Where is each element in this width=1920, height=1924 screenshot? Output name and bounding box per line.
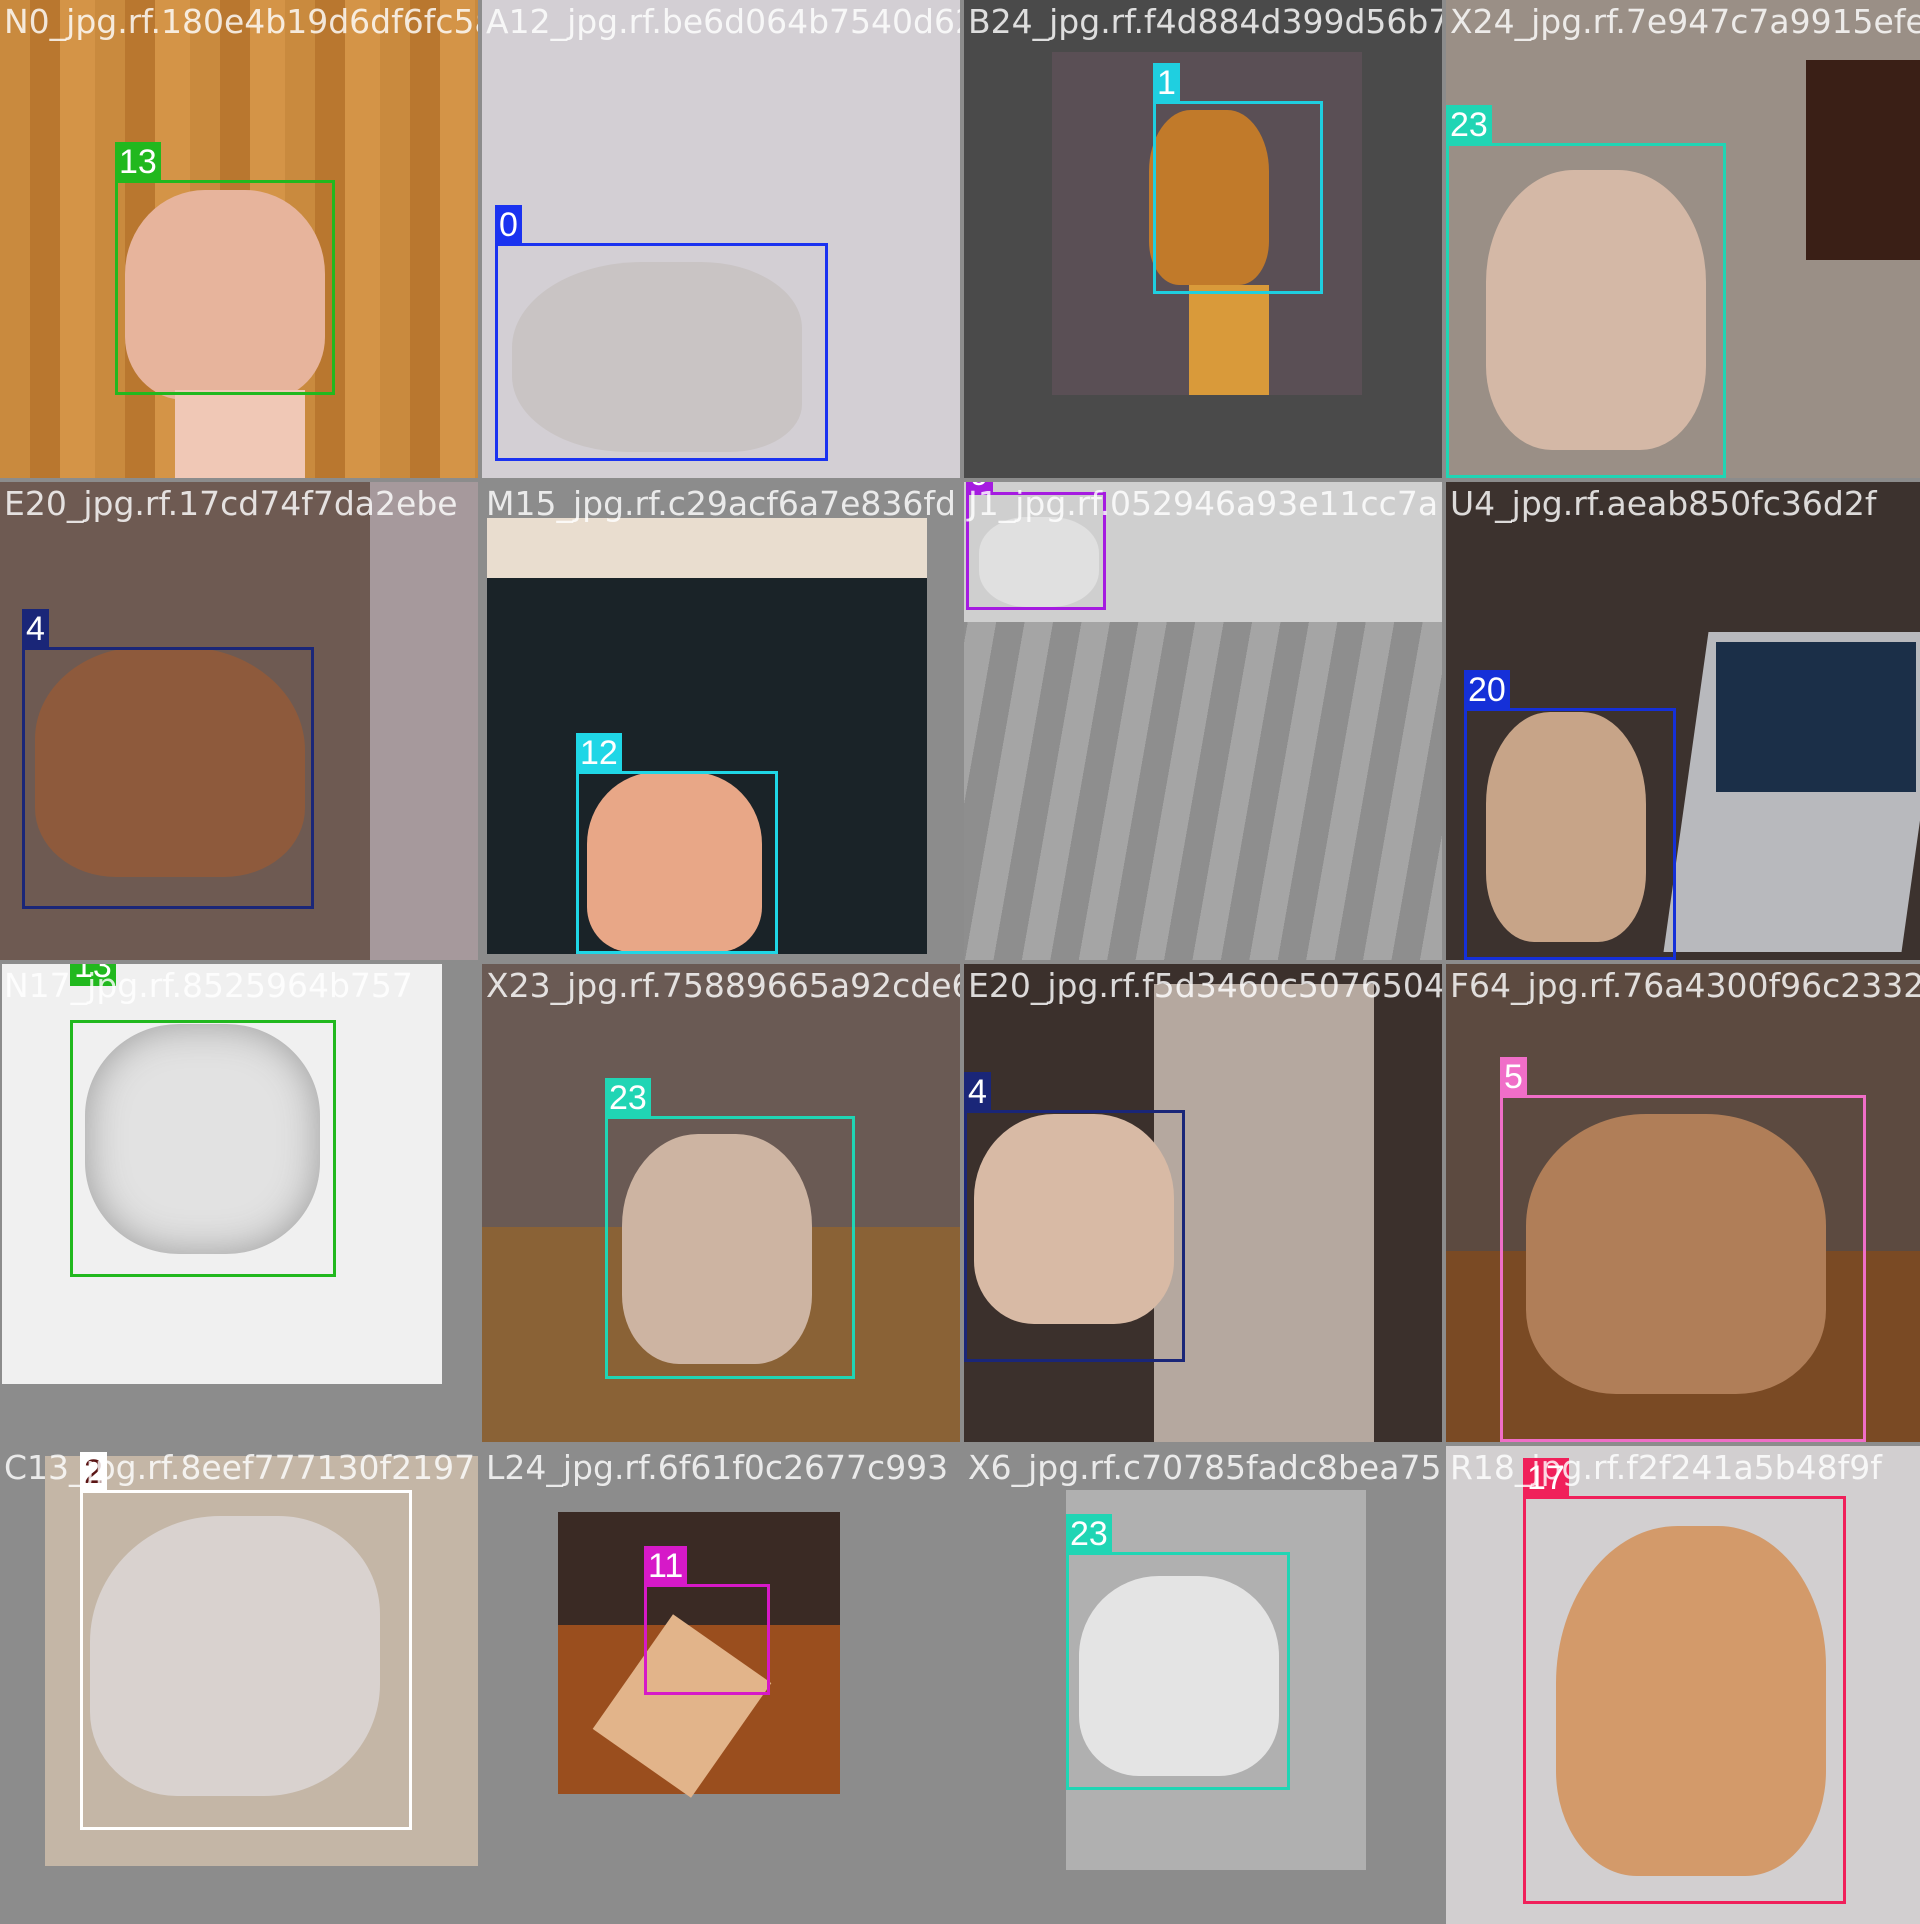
image-filename: A12_jpg.rf.be6d064b7540d62	[486, 2, 960, 41]
mosaic-tile-5: 4 E20_jpg.rf.17cd74f7da2ebe	[0, 482, 478, 960]
image-filename: X23_jpg.rf.75889665a92cde6bb	[486, 966, 960, 1005]
mosaic-tile-1: 13 N0_jpg.rf.180e4b19d6df6fc5ab127d36dbe…	[0, 0, 478, 478]
mosaic-tile-3: 1 B24_jpg.rf.f4d884d399d56b76956	[964, 0, 1442, 478]
class-label: 5	[1500, 1057, 1527, 1097]
image-filename: L24_jpg.rf.6f61f0c2677c993	[486, 1448, 949, 1487]
image-filename: F64_jpg.rf.76a4300f96c2332	[1450, 966, 1920, 1005]
shoe-organizer	[1154, 984, 1374, 1442]
bounding-box	[1446, 143, 1726, 478]
mosaic-tile-12: 5 F64_jpg.rf.76a4300f96c2332	[1446, 964, 1920, 1442]
cabinet-shape	[1806, 60, 1920, 260]
image-filename: E20_jpg.rf.17cd74f7da2ebe	[4, 484, 458, 523]
bounding-box	[605, 1116, 855, 1379]
class-label: 4	[22, 609, 49, 649]
class-label: 23	[1066, 1514, 1112, 1554]
mosaic-tile-2: 0 A12_jpg.rf.be6d064b7540d62	[482, 0, 960, 478]
mosaic-tile-6: 12 M15_jpg.rf.c29acf6a7e836fd	[482, 482, 960, 960]
bounding-box	[70, 1020, 336, 1277]
image-filename: M15_jpg.rf.c29acf6a7e836fd	[486, 484, 956, 523]
class-label: 12	[576, 733, 622, 773]
mosaic-tile-13: 2 C13_jpg.rf.8eef777130f2197	[0, 1446, 478, 1924]
class-label: 23	[1446, 105, 1492, 145]
image-filename: X6_jpg.rf.c70785fadc8bea75c	[968, 1448, 1442, 1487]
arm-shape	[1189, 285, 1269, 395]
bounding-box	[644, 1584, 770, 1695]
bounding-box	[1066, 1552, 1290, 1790]
laptop-screen	[1716, 642, 1916, 792]
mosaic-tile-7: 9 J1_jpg.rf.052946a93e11cc7a	[964, 482, 1442, 960]
mosaic-tile-16: 17 R18_jpg.rf.f2f241a5b48f9f	[1446, 1446, 1920, 1924]
bounding-box	[22, 647, 314, 909]
class-label: 4	[964, 1072, 991, 1112]
bounding-box	[1464, 708, 1676, 960]
mosaic-tile-4: 23 X24_jpg.rf.7e947c7a9915efefe	[1446, 0, 1920, 478]
bounding-box	[1500, 1095, 1866, 1442]
image-filename: B24_jpg.rf.f4d884d399d56b76956	[968, 2, 1442, 41]
image-filename: E20_jpg.rf.f5d3460c5076504	[968, 966, 1442, 1005]
wall-shape	[370, 482, 478, 960]
mosaic-tile-8: 20 U4_jpg.rf.aeab850fc36d2f	[1446, 482, 1920, 960]
class-label: 11	[644, 1546, 688, 1586]
mosaic-tile-10: 23 X23_jpg.rf.75889665a92cde6bb	[482, 964, 960, 1442]
bounding-box	[576, 771, 778, 954]
arm-shape	[175, 390, 305, 478]
image-filename: J1_jpg.rf.052946a93e11cc7a	[968, 484, 1439, 523]
class-label: 1	[1153, 63, 1180, 103]
bounding-box	[1523, 1496, 1846, 1904]
image-filename: C13_jpg.rf.8eef777130f2197	[4, 1448, 476, 1487]
bounding-box	[495, 243, 828, 461]
mosaic-tile-9: 13 N17_jpg.rf.8525964b757	[0, 964, 478, 1442]
mosaic-tile-14: 11 L24_jpg.rf.6f61f0c2677c993	[482, 1446, 960, 1924]
bounding-box	[1153, 101, 1323, 294]
mosaic-tile-11: 4 E20_jpg.rf.f5d3460c5076504	[964, 964, 1442, 1442]
bounding-box	[115, 180, 335, 395]
class-label: 20	[1464, 670, 1510, 710]
image-filename: R18_jpg.rf.f2f241a5b48f9f	[1450, 1448, 1882, 1487]
class-label: 23	[605, 1078, 651, 1118]
image-filename: N0_jpg.rf.180e4b19d6df6fc5ab127d36dbe6af…	[4, 2, 478, 41]
image-filename: X24_jpg.rf.7e947c7a9915efefe	[1450, 2, 1920, 41]
class-label: 0	[495, 205, 522, 245]
image-filename: N17_jpg.rf.8525964b757	[4, 966, 413, 1005]
mosaic-tile-15: 23 X6_jpg.rf.c70785fadc8bea75c	[964, 1446, 1442, 1924]
bounding-box	[80, 1490, 412, 1830]
bounding-box	[964, 1110, 1185, 1362]
class-label: 13	[115, 142, 161, 182]
image-filename: U4_jpg.rf.aeab850fc36d2f	[1450, 484, 1877, 523]
